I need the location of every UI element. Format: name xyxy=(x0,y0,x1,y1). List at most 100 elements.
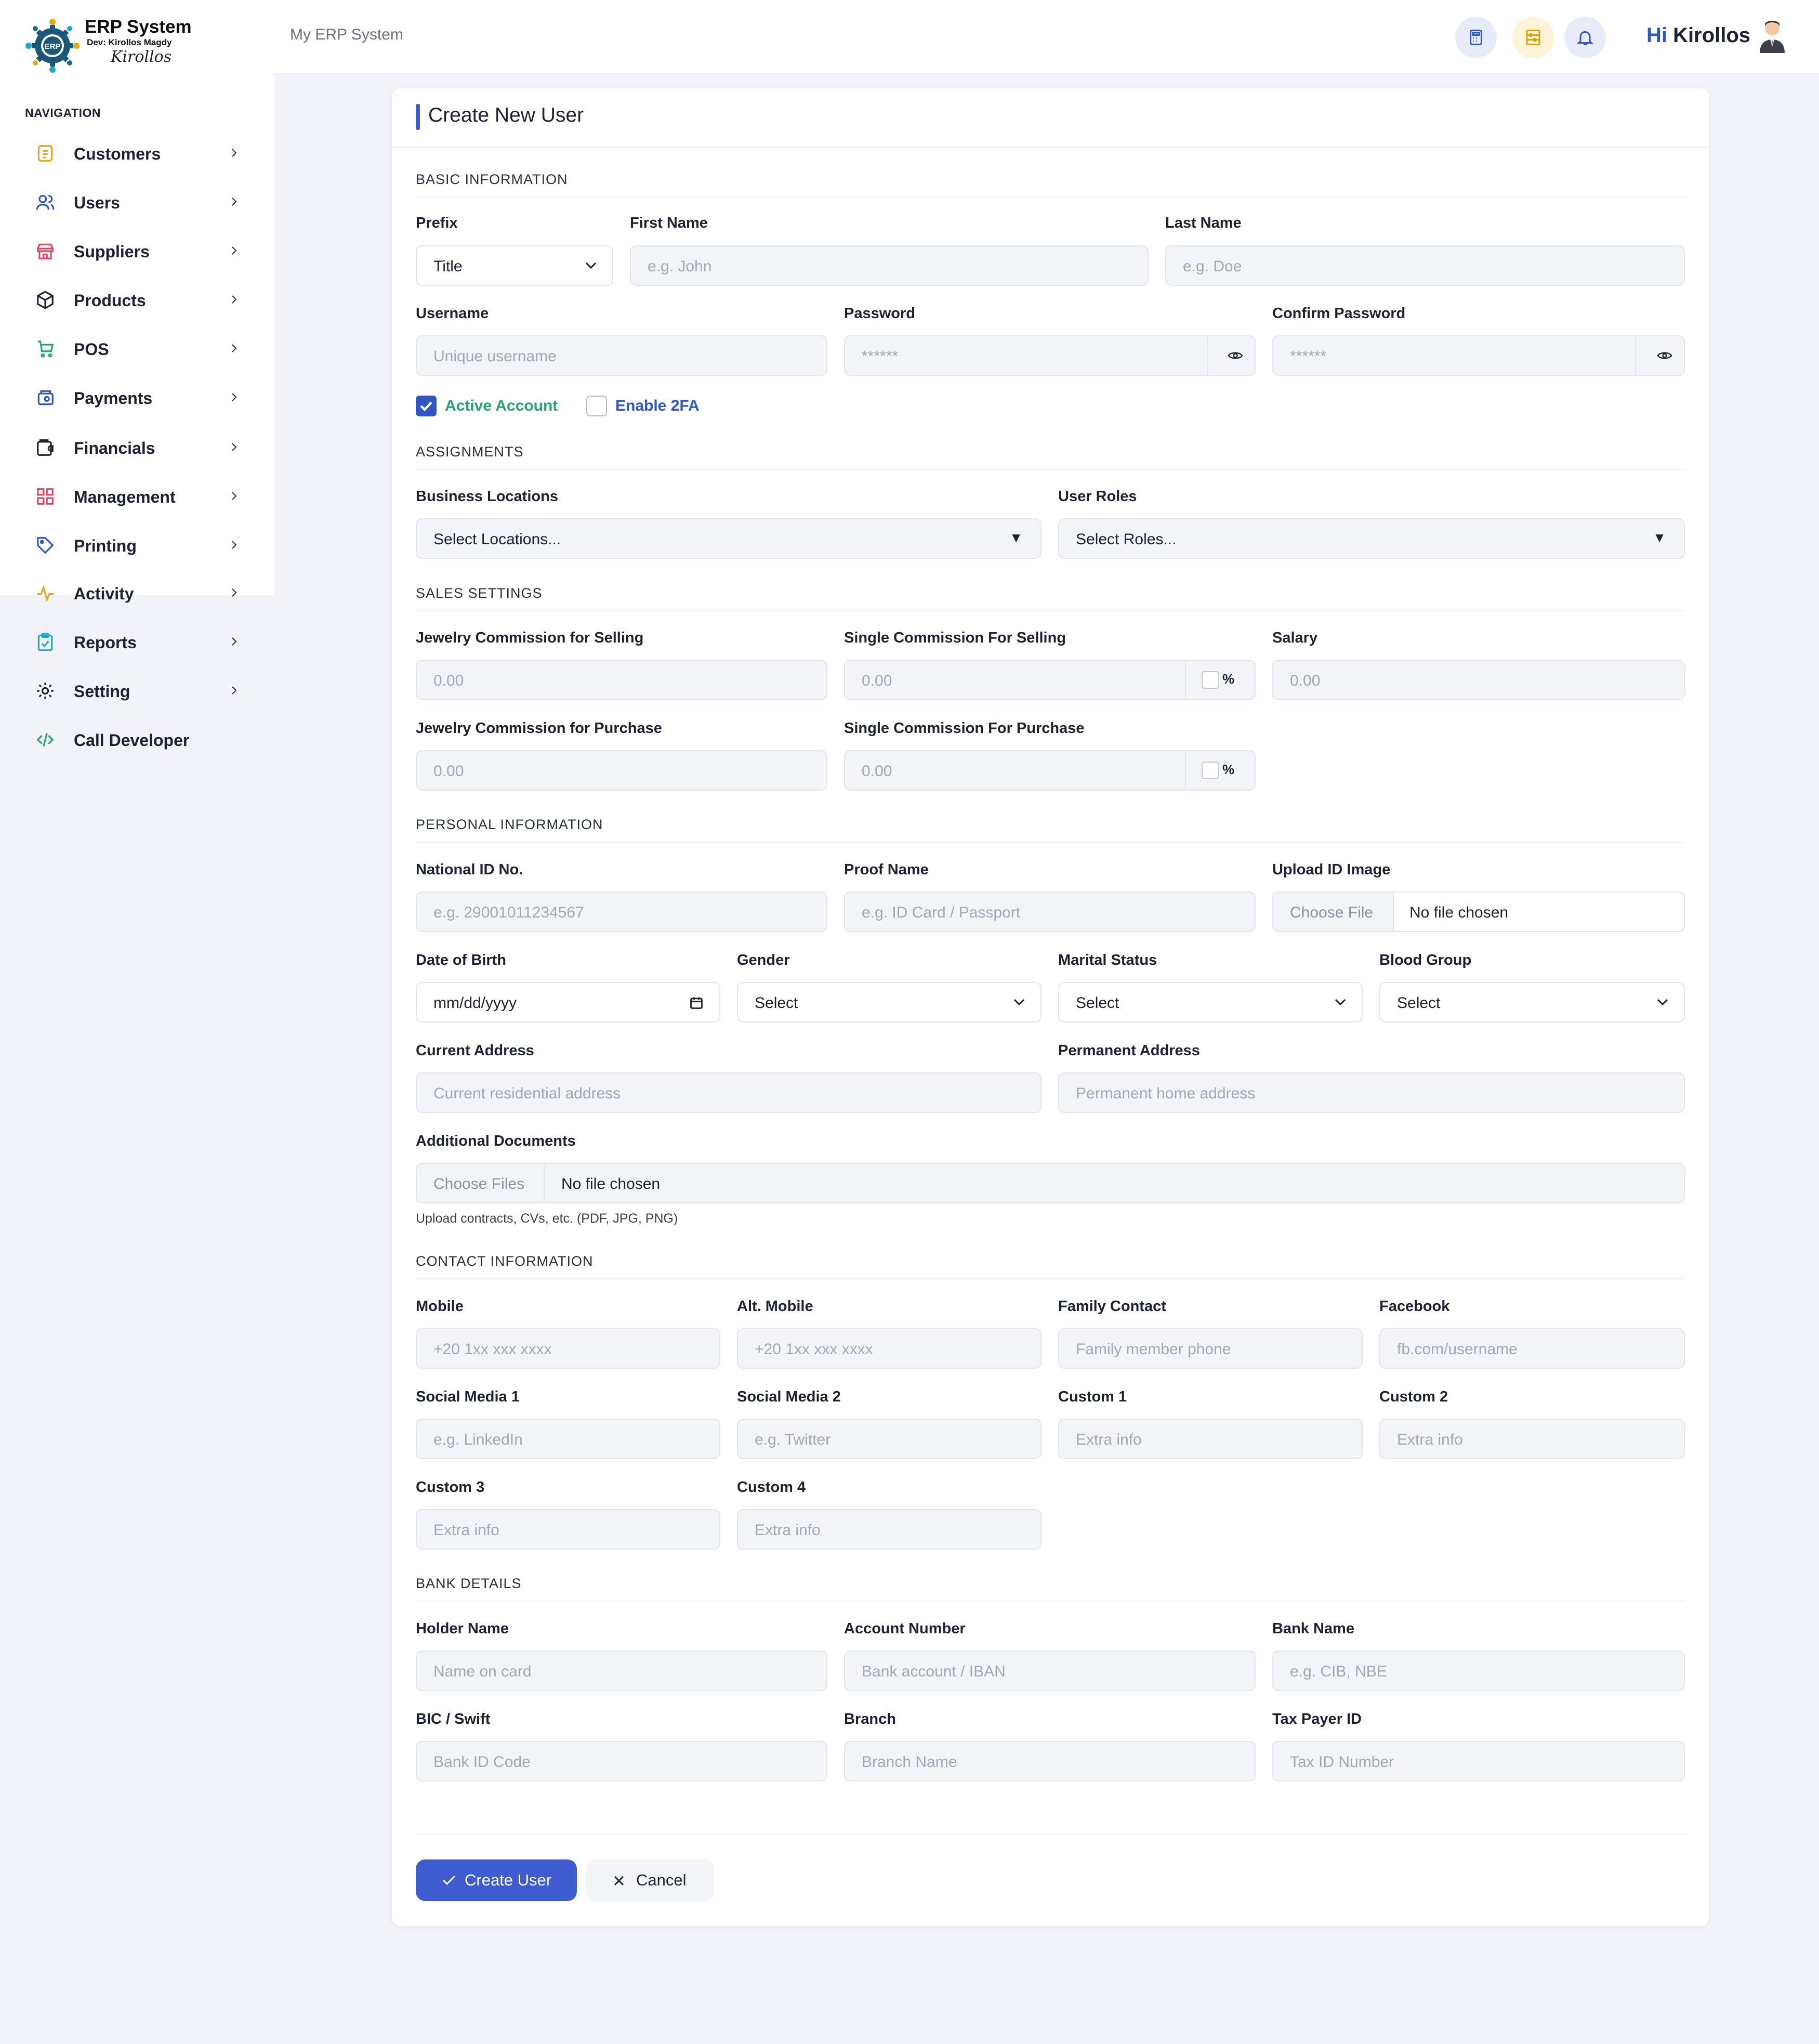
facebook-label: Facebook xyxy=(1379,1298,1450,1315)
notifications-button[interactable] xyxy=(1564,17,1606,58)
custom-2-input[interactable]: Extra info xyxy=(1379,1419,1685,1459)
abacus-button[interactable] xyxy=(1512,17,1554,58)
account-number-input[interactable]: Bank account / IBAN xyxy=(844,1650,1256,1691)
choose-file-button[interactable]: Choose File xyxy=(1273,893,1394,931)
cancel-button[interactable]: Cancel xyxy=(586,1859,714,1901)
mobile-input[interactable]: +20 1xx xxx xxxx xyxy=(416,1328,720,1369)
current-address-input[interactable]: Current residential address xyxy=(416,1072,1042,1113)
calculator-button[interactable] xyxy=(1455,17,1497,58)
enable-2fa-checkbox[interactable] xyxy=(586,396,607,416)
brand[interactable]: ERP ERP System Dev: Kirollos Magdy Kirol… xyxy=(23,15,242,77)
customers-icon xyxy=(37,145,53,162)
alt-mobile-label: Alt. Mobile xyxy=(737,1298,813,1315)
percent-checkbox[interactable] xyxy=(1202,671,1219,689)
sidebar-item-pos[interactable]: POS xyxy=(0,327,274,369)
chevron-right-icon xyxy=(232,637,237,646)
first-name-input[interactable]: e.g. John xyxy=(630,245,1149,286)
enable-2fa-label[interactable]: Enable 2FA xyxy=(615,397,700,415)
sidebar-item-reports[interactable]: Reports xyxy=(0,621,274,662)
create-user-card: Create New User BASIC INFORMATION Prefix… xyxy=(392,88,1709,1926)
sidebar-item-printing[interactable]: Printing xyxy=(0,524,274,566)
additional-documents-input[interactable]: Choose Files No file chosen xyxy=(416,1163,1685,1203)
percent-checkbox[interactable] xyxy=(1202,762,1219,779)
family-contact-label: Family Contact xyxy=(1058,1298,1166,1315)
section-assignments: ASSIGNMENTS xyxy=(416,438,1685,470)
tax-payer-id-input[interactable]: Tax ID Number xyxy=(1272,1741,1685,1781)
user-greeting[interactable]: Hi Kirollos xyxy=(1646,24,1750,47)
jewelry-commission-selling-input[interactable]: 0.00 xyxy=(416,660,827,700)
bic-swift-input[interactable]: Bank ID Code xyxy=(416,1741,827,1781)
brand-signature: Kirollos xyxy=(111,48,172,66)
social-media-2-input[interactable]: e.g. Twitter xyxy=(737,1419,1042,1459)
permanent-address-input[interactable]: Permanent home address xyxy=(1058,1072,1685,1113)
sidebar-item-customers[interactable]: Customers xyxy=(0,132,274,174)
custom-1-input[interactable]: Extra info xyxy=(1058,1419,1363,1459)
facebook-input[interactable]: fb.com/username xyxy=(1379,1328,1685,1369)
holder-name-input[interactable]: Name on card xyxy=(416,1650,827,1691)
check-icon xyxy=(420,401,432,412)
password-label: Password xyxy=(844,305,915,322)
bic-swift-label: BIC / Swift xyxy=(416,1711,491,1727)
sidebar-item-activity[interactable]: Activity xyxy=(0,572,274,613)
confirm-password-input[interactable]: ****** xyxy=(1272,335,1685,376)
sidebar-item-financials[interactable]: Financials xyxy=(0,426,274,468)
national-id-input[interactable]: e.g. 29001011234567 xyxy=(416,892,827,932)
greeting-prefix: Hi xyxy=(1646,24,1667,47)
active-account-label[interactable]: Active Account xyxy=(445,397,558,415)
card-header: Create New User xyxy=(392,88,1709,148)
branch-input[interactable]: Branch Name xyxy=(844,1741,1256,1781)
avatar[interactable] xyxy=(1757,18,1788,53)
sidebar-item-call-developer[interactable]: Call Developer xyxy=(0,718,274,760)
jewelry-commission-purchase-input[interactable]: 0.00 xyxy=(416,750,827,791)
branch-label: Branch xyxy=(844,1711,896,1727)
sidebar-item-setting[interactable]: Setting xyxy=(0,670,274,711)
upload-id-image-label: Upload ID Image xyxy=(1272,861,1391,878)
custom-4-input[interactable]: Extra info xyxy=(737,1509,1042,1550)
password-input[interactable]: ****** xyxy=(844,335,1256,376)
alt-mobile-input[interactable]: +20 1xx xxx xxxx xyxy=(737,1328,1042,1369)
breadcrumb[interactable]: My ERP System xyxy=(290,26,403,44)
gender-select[interactable]: Select xyxy=(737,982,1042,1023)
user-roles-select[interactable]: Select Roles... ▼ xyxy=(1058,518,1685,559)
wallet-icon xyxy=(37,439,54,456)
proof-name-label: Proof Name xyxy=(844,861,929,878)
proof-name-input[interactable]: e.g. ID Card / Passport xyxy=(844,892,1256,932)
username-input[interactable]: Unique username xyxy=(416,335,827,376)
social-media-2-label: Social Media 2 xyxy=(737,1388,841,1405)
social-media-1-input[interactable]: e.g. LinkedIn xyxy=(416,1419,720,1459)
sidebar-item-users[interactable]: Users xyxy=(0,181,274,222)
blood-group-select[interactable]: Select xyxy=(1379,982,1685,1023)
holder-name-label: Holder Name xyxy=(416,1620,509,1637)
single-commission-purchase-input[interactable]: 0.00 % xyxy=(844,750,1256,791)
percent-sign: % xyxy=(1222,671,1235,687)
sidebar-item-management[interactable]: Management xyxy=(0,475,274,517)
chevron-right-icon xyxy=(232,295,237,304)
prefix-select[interactable]: Title xyxy=(416,245,613,286)
marital-status-select[interactable]: Select xyxy=(1058,982,1363,1023)
calendar-icon[interactable] xyxy=(689,995,704,1010)
last-name-input[interactable]: e.g. Doe xyxy=(1165,245,1685,286)
box-icon xyxy=(37,291,54,309)
date-of-birth-input[interactable]: mm/dd/yyyy xyxy=(416,982,720,1023)
jewelry-commission-purchase-label: Jewelry Commission for Purchase xyxy=(416,720,662,737)
sidebar-item-suppliers[interactable]: Suppliers xyxy=(0,230,274,271)
eye-icon[interactable] xyxy=(1228,349,1243,362)
sidebar-item-label: Suppliers xyxy=(74,242,150,261)
salary-input[interactable]: 0.00 xyxy=(1272,660,1685,700)
marital-status-label: Marital Status xyxy=(1058,952,1157,968)
active-account-checkbox[interactable] xyxy=(416,396,437,416)
sidebar-item-payments[interactable]: Payments xyxy=(0,376,274,418)
bank-name-input[interactable]: e.g. CIB, NBE xyxy=(1272,1650,1685,1691)
choose-files-button[interactable]: Choose Files xyxy=(417,1164,545,1202)
single-commission-selling-input[interactable]: 0.00 % xyxy=(844,660,1256,700)
create-user-button[interactable]: Create User xyxy=(416,1859,577,1901)
sidebar-item-products[interactable]: Products xyxy=(0,279,274,320)
business-locations-select[interactable]: Select Locations... ▼ xyxy=(416,518,1042,559)
social-media-1-label: Social Media 1 xyxy=(416,1388,520,1405)
family-contact-input[interactable]: Family member phone xyxy=(1058,1328,1363,1369)
section-personal-information: PERSONAL INFORMATION xyxy=(416,810,1685,843)
upload-id-image-input[interactable]: Choose File No file chosen xyxy=(1272,892,1685,932)
eye-icon[interactable] xyxy=(1657,349,1672,362)
custom-3-input[interactable]: Extra info xyxy=(416,1509,720,1550)
prefix-label: Prefix xyxy=(416,215,458,231)
